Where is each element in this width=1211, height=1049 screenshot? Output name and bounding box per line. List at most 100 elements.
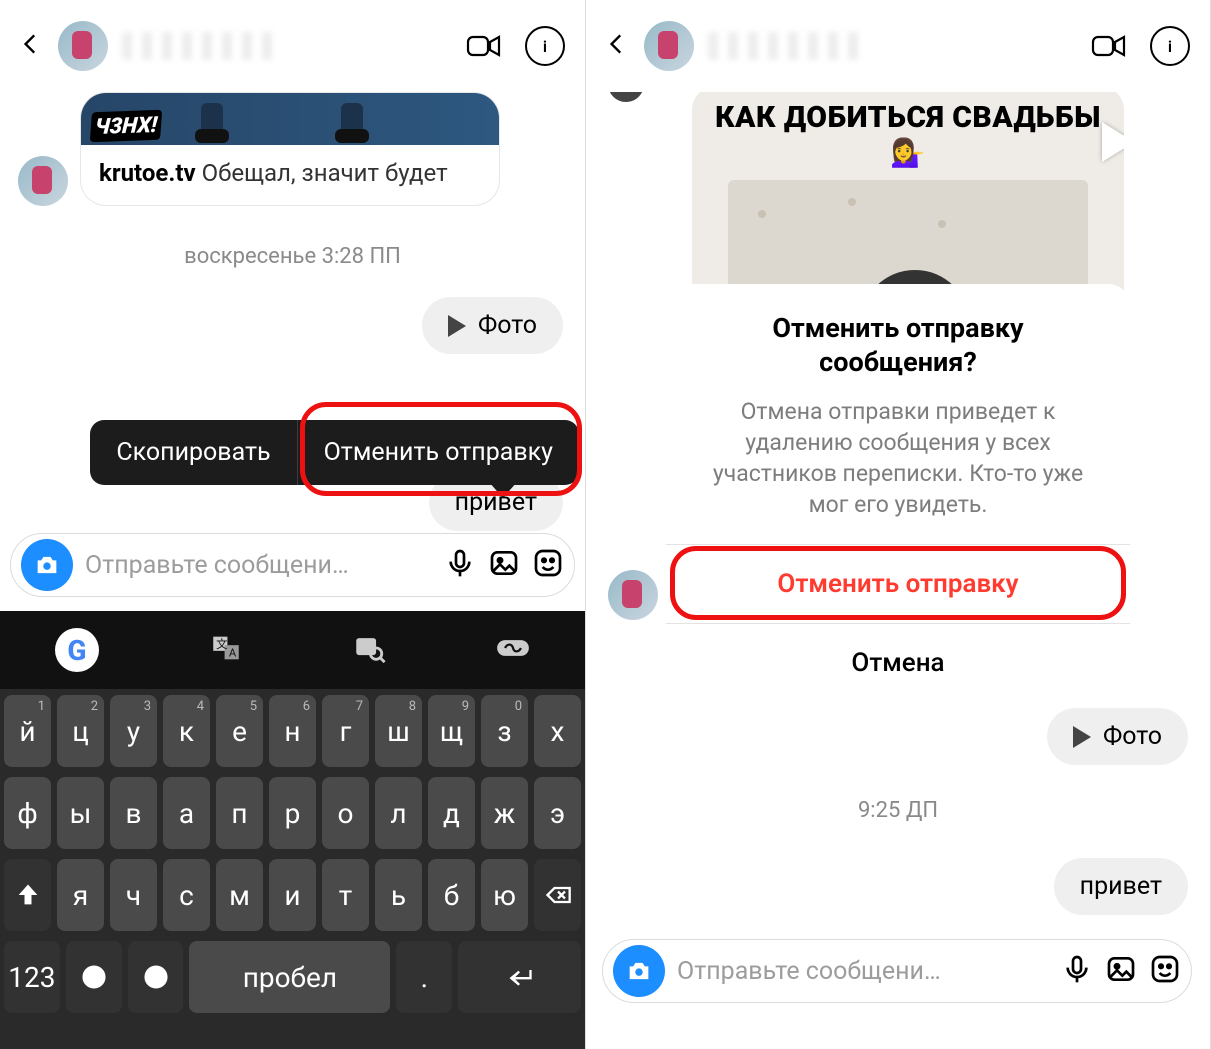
gallery-icon[interactable] — [488, 547, 520, 583]
google-icon[interactable]: G — [55, 628, 99, 672]
key-ж[interactable]: ж — [481, 777, 528, 849]
contact-name-blurred — [708, 32, 868, 60]
svg-text:A: A — [228, 646, 236, 660]
camera-button[interactable] — [21, 539, 73, 591]
sent-text-message[interactable]: привет — [1054, 858, 1188, 915]
numeric-key[interactable]: 123 — [4, 941, 60, 1013]
shared-post-row: Ч3НХ! krutoe.tv Обещал, значит будет — [0, 92, 585, 206]
photo-label: Фото — [478, 311, 537, 340]
key-я[interactable]: я — [57, 859, 104, 931]
sent-photo-message[interactable]: Фото — [1047, 708, 1188, 765]
shared-post-card[interactable]: Ч3НХ! krutoe.tv Обещал, значит будет — [80, 92, 500, 206]
image-search-icon[interactable] — [352, 631, 386, 669]
chat-header: i — [586, 0, 1210, 92]
contact-name-blurred — [122, 32, 282, 60]
chat-timestamp: воскресенье 3:28 ПП — [0, 244, 585, 269]
key-и[interactable]: и — [269, 859, 316, 931]
key-ш[interactable]: ш8 — [375, 695, 422, 767]
key-ф[interactable]: ф — [4, 777, 51, 849]
key-ч[interactable]: ч — [110, 859, 157, 931]
infinity-icon[interactable] — [496, 631, 530, 669]
backspace-key[interactable] — [534, 859, 581, 931]
key-о[interactable]: о — [322, 777, 369, 849]
period-key[interactable]: . — [396, 941, 452, 1013]
info-icon[interactable]: i — [523, 24, 567, 68]
unsend-confirmation-dialog: Отменить отправку сообщения? Отмена отпр… — [666, 284, 1130, 702]
back-button[interactable] — [18, 31, 44, 61]
shared-post-thumbnail: Ч3НХ! — [81, 93, 499, 145]
message-input-bar: Отправьте сообщени… — [602, 939, 1192, 1003]
key-д[interactable]: д — [428, 777, 475, 849]
key-к[interactable]: к4 — [163, 695, 210, 767]
key-р[interactable]: р — [269, 777, 316, 849]
key-ю[interactable]: ю — [481, 859, 528, 931]
shift-key[interactable] — [4, 859, 51, 931]
video-call-icon[interactable] — [461, 24, 505, 68]
key-н[interactable]: н6 — [269, 695, 316, 767]
annotation-highlight — [670, 546, 1126, 620]
key-а[interactable]: а — [163, 777, 210, 849]
key-з[interactable]: з0 — [481, 695, 528, 767]
play-icon — [1073, 726, 1091, 748]
key-щ[interactable]: щ9 — [428, 695, 475, 767]
key-б[interactable]: б — [428, 859, 475, 931]
sticker-icon[interactable] — [1149, 953, 1181, 989]
dialog-cancel-button[interactable]: Отмена — [666, 623, 1130, 702]
key-ь[interactable]: ь — [375, 859, 422, 931]
shared-post-caption: krutoe.tv Обещал, значит будет — [81, 145, 499, 205]
shared-post-badge: Ч3НХ! — [90, 110, 162, 142]
shared-post-author: krutoe.tv — [99, 159, 196, 187]
contact-avatar[interactable] — [58, 21, 108, 71]
message-input[interactable]: Отправьте сообщени… — [85, 551, 432, 580]
gallery-icon[interactable] — [1105, 953, 1137, 989]
key-т[interactable]: т — [322, 859, 369, 931]
space-key[interactable]: пробел — [189, 941, 390, 1013]
play-icon — [1102, 122, 1124, 162]
key-ы[interactable]: ы — [57, 777, 104, 849]
enter-key[interactable] — [458, 941, 581, 1013]
back-button[interactable] — [604, 31, 630, 61]
message-input-bar: Отправьте сообщени… — [10, 533, 575, 597]
key-с[interactable]: с — [163, 859, 210, 931]
key-у[interactable]: у3 — [110, 695, 157, 767]
key-п[interactable]: п — [216, 777, 263, 849]
reel-title: КАК ДОБИТЬСЯ СВАДЬБЫ💁‍♀️ — [692, 86, 1124, 176]
shared-post-text: Обещал, значит будет — [202, 159, 448, 187]
photo-label: Фото — [1103, 722, 1162, 751]
keyboard-toolbar: G 文A — [0, 611, 585, 689]
key-ц[interactable]: ц2 — [57, 695, 104, 767]
key-л[interactable]: л — [375, 777, 422, 849]
message-input[interactable]: Отправьте сообщени… — [677, 957, 1049, 986]
sent-photo-message[interactable]: Фото — [422, 297, 563, 354]
dialog-body: Отмена отправки приведет к удалению сооб… — [666, 390, 1130, 544]
emoji-key[interactable] — [128, 941, 184, 1013]
video-call-icon[interactable] — [1086, 24, 1130, 68]
dialog-title: Отменить отправку сообщения? — [666, 284, 1130, 390]
sender-avatar[interactable] — [18, 156, 68, 206]
key-э[interactable]: э — [534, 777, 581, 849]
chat-timestamp: 9:25 ДП — [586, 798, 1210, 823]
translate-icon[interactable]: 文A — [209, 631, 243, 669]
reel-emoji: 💁‍♀️ — [890, 136, 925, 169]
sticker-icon[interactable] — [532, 547, 564, 583]
left-screenshot: i Ч3НХ! krutoe.tv Обещал, значит будет в… — [0, 0, 586, 1049]
key-й[interactable]: й1 — [4, 695, 51, 767]
chat-header: i — [0, 0, 585, 92]
svg-text:文: 文 — [216, 637, 227, 651]
key-е[interactable]: е5 — [216, 695, 263, 767]
key-г[interactable]: г7 — [322, 695, 369, 767]
key-х[interactable]: х — [534, 695, 581, 767]
context-copy[interactable]: Скопировать — [90, 420, 296, 485]
camera-button[interactable] — [613, 945, 665, 997]
contact-avatar[interactable] — [644, 21, 694, 71]
on-screen-keyboard: G 文A й1ц2у3к4е5н6г7ш8щ9з0х фывапролджэ я… — [0, 611, 585, 1049]
sender-avatar[interactable] — [608, 570, 658, 620]
info-icon[interactable]: i — [1148, 24, 1192, 68]
key-в[interactable]: в — [110, 777, 157, 849]
voice-message-icon[interactable] — [444, 547, 476, 583]
key-м[interactable]: м — [216, 859, 263, 931]
voice-message-icon[interactable] — [1061, 953, 1093, 989]
play-icon — [448, 315, 466, 337]
right-screenshot: i КАК ДОБИТЬСЯ СВАДЬБЫ💁‍♀️ Ф — [586, 0, 1211, 1049]
globe-key[interactable] — [66, 941, 122, 1013]
